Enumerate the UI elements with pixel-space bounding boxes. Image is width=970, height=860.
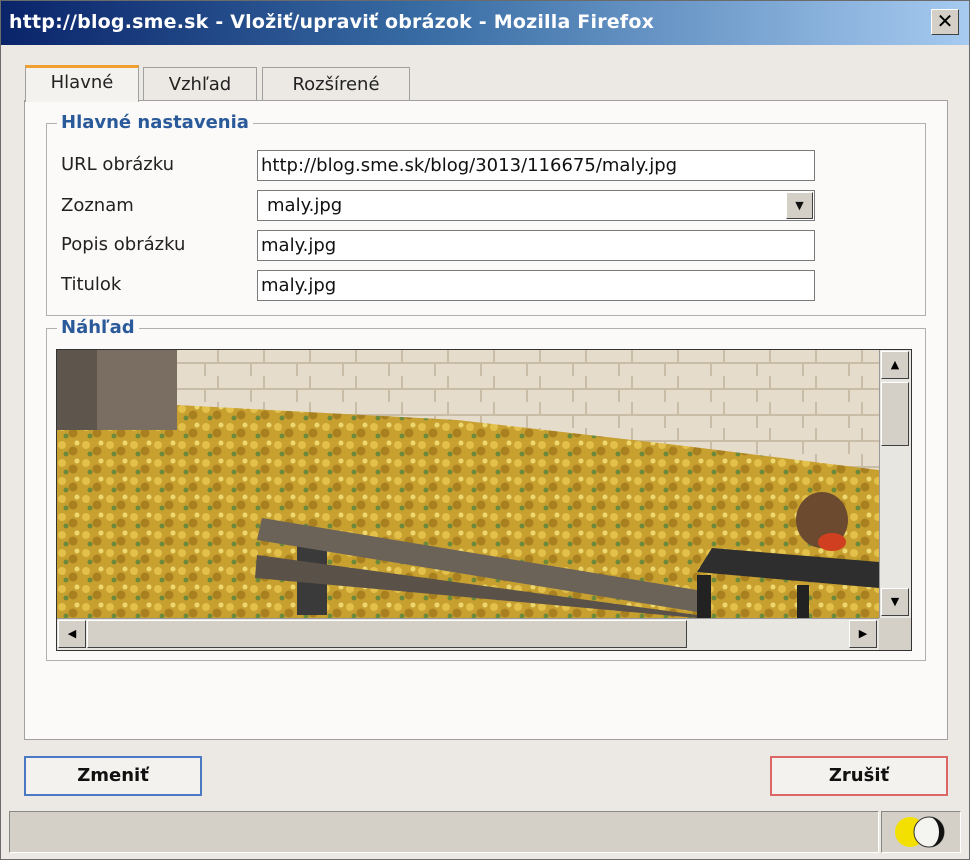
- tab-hlavne[interactable]: Hlavné: [25, 65, 139, 102]
- scroll-left-button[interactable]: ◀: [58, 620, 86, 648]
- preview-photo: [57, 350, 879, 618]
- scroll-down-button[interactable]: ▼: [881, 588, 909, 616]
- close-button[interactable]: ✕: [931, 9, 959, 35]
- preview-legend: Náhľad: [57, 317, 139, 338]
- caption-label: Titulok: [61, 274, 122, 295]
- list-select[interactable]: maly.jpg ▼: [257, 190, 815, 221]
- preview-pane: ▲ ▼ ◀ ▶: [56, 349, 912, 651]
- vertical-scrollbar[interactable]: ▲ ▼: [879, 350, 911, 618]
- status-bar: [9, 811, 879, 853]
- description-label: Popis obrázku: [61, 234, 186, 255]
- general-settings-legend: Hlavné nastavenia: [57, 112, 253, 133]
- chevron-down-icon: ▼: [890, 595, 900, 608]
- list-label: Zoznam: [61, 195, 134, 216]
- scroll-up-button[interactable]: ▲: [881, 351, 909, 379]
- cancel-button[interactable]: Zrušiť: [770, 756, 948, 796]
- window-title: http://blog.sme.sk - Vložiť/upraviť obrá…: [9, 11, 655, 33]
- dropdown-button[interactable]: ▼: [786, 192, 813, 219]
- tab-rozsirene[interactable]: Rozšírené: [262, 67, 410, 101]
- chevron-up-icon: ▲: [890, 358, 900, 371]
- scroll-right-button[interactable]: ▶: [849, 620, 877, 648]
- status-icon-box: [881, 811, 961, 853]
- list-select-value: maly.jpg: [267, 195, 343, 216]
- tab-vzhlad[interactable]: Vzhľad: [143, 67, 257, 101]
- chevron-left-icon: ◀: [67, 627, 77, 640]
- description-input[interactable]: maly.jpg: [257, 230, 815, 261]
- url-input[interactable]: http://blog.sme.sk/blog/3013/116675/maly…: [257, 150, 815, 181]
- horizontal-scrollbar[interactable]: ◀ ▶: [57, 618, 879, 650]
- moon-icon: [895, 816, 945, 848]
- chevron-down-icon: ▼: [795, 199, 804, 212]
- vertical-scroll-thumb[interactable]: [881, 382, 909, 446]
- chevron-right-icon: ▶: [858, 627, 868, 640]
- url-label: URL obrázku: [61, 154, 175, 175]
- apply-button[interactable]: Zmeniť: [24, 756, 202, 796]
- scroll-corner: [879, 618, 911, 650]
- title-bar[interactable]: http://blog.sme.sk - Vložiť/upraviť obrá…: [1, 1, 969, 45]
- caption-input[interactable]: maly.jpg: [257, 270, 815, 301]
- close-icon: ✕: [936, 9, 954, 33]
- preview-image: [57, 350, 879, 618]
- horizontal-scroll-thumb[interactable]: [87, 620, 687, 648]
- dialog-window: http://blog.sme.sk - Vložiť/upraviť obrá…: [0, 0, 970, 860]
